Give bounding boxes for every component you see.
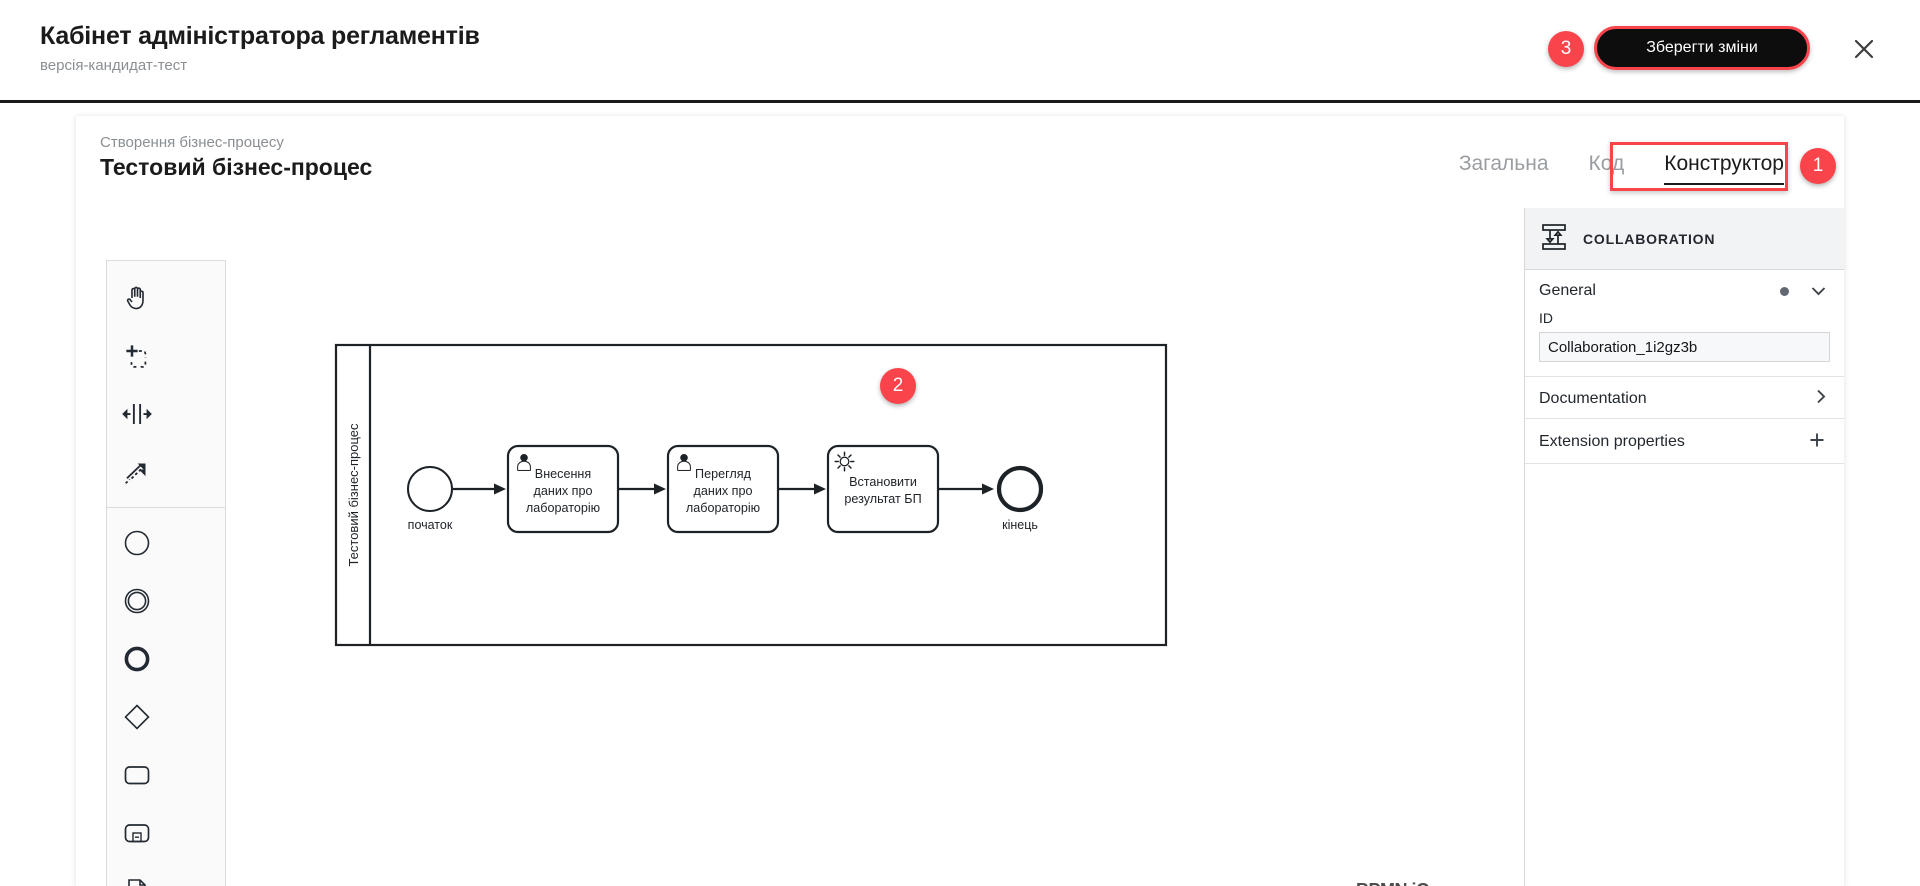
- app-header: Кабінет адміністратора регламентів версі…: [0, 0, 1920, 103]
- chevron-right-icon[interactable]: [1816, 389, 1826, 408]
- task-label-1-line3: лабораторію: [526, 501, 600, 515]
- extension-properties-title: Extension properties: [1539, 433, 1685, 450]
- task-icon[interactable]: [107, 746, 167, 804]
- annotation-badge-1: 1: [1800, 148, 1836, 184]
- tab-bar: Загальна Код Конструктор: [1459, 152, 1784, 185]
- app-title: Кабінет адміністратора регламентів: [40, 22, 480, 50]
- documentation-group-title: Documentation: [1539, 389, 1647, 407]
- start-event-icon[interactable]: [107, 514, 167, 572]
- task-label-3-line2: результат БП: [844, 492, 921, 506]
- task-label-1-line1: Внесення: [535, 467, 591, 481]
- documentation-group-toggle[interactable]: Documentation: [1525, 377, 1844, 418]
- general-group-toggle[interactable]: General: [1525, 270, 1844, 310]
- annotation-badge-2: 2: [880, 368, 916, 404]
- breadcrumb-block: Створення бізнес-процесу Тестовий бізнес…: [100, 134, 372, 181]
- properties-panel: COLLABORATION General ID Collaboration_1…: [1524, 208, 1844, 886]
- extension-properties-row[interactable]: Extension properties: [1525, 419, 1844, 463]
- breadcrumb: Створення бізнес-процесу: [100, 134, 284, 151]
- task-label-2-line3: лабораторію: [686, 501, 760, 515]
- gateway-icon[interactable]: [107, 688, 167, 746]
- subprocess-icon[interactable]: [107, 804, 167, 862]
- task-label-1-line2: даних про: [534, 484, 593, 498]
- plus-icon[interactable]: [1808, 431, 1826, 453]
- general-status-dot-icon: [1780, 286, 1789, 296]
- app-version-label: версія-кандидат-тест: [40, 57, 188, 74]
- lasso-tool-icon[interactable]: [107, 327, 167, 385]
- end-event-shape[interactable]: [996, 465, 1044, 513]
- bpmnio-logo-text: BPMN.iO: [1356, 880, 1430, 886]
- id-input[interactable]: [1539, 332, 1830, 362]
- close-icon[interactable]: [1850, 35, 1878, 63]
- bpmn-palette: [106, 260, 226, 886]
- properties-element-type: COLLABORATION: [1583, 230, 1716, 247]
- task-label-2-line2: даних про: [694, 484, 753, 498]
- bpmn-canvas[interactable]: 2 Тестовий бізнес-процес початок Внесенн…: [76, 208, 1524, 886]
- id-field-label: ID: [1539, 310, 1553, 326]
- general-group-title: General: [1539, 282, 1596, 299]
- start-event-shape[interactable]: [407, 466, 453, 512]
- bpmn-diagram[interactable]: Тестовий бізнес-процес початок Внесення: [334, 343, 1174, 663]
- content-card: Створення бізнес-процесу Тестовий бізнес…: [76, 116, 1844, 886]
- palette-divider: [107, 507, 225, 508]
- data-object-icon[interactable]: [107, 862, 167, 886]
- tab-konstruktor[interactable]: Конструктор: [1664, 152, 1784, 185]
- end-event-icon[interactable]: [107, 630, 167, 688]
- save-button[interactable]: Зберегти зміни: [1594, 26, 1810, 70]
- space-tool-icon[interactable]: [107, 385, 167, 443]
- properties-group-extension: Extension properties: [1525, 419, 1844, 464]
- task-shape-3[interactable]: Встановити результат БП: [826, 444, 940, 534]
- task-shape-1[interactable]: Внесення даних про лабораторію: [506, 444, 620, 534]
- annotation-badge-3: 3: [1548, 31, 1584, 67]
- intermediate-event-icon[interactable]: [107, 572, 167, 630]
- tab-zagalna[interactable]: Загальна: [1459, 152, 1549, 183]
- properties-header: COLLABORATION: [1525, 208, 1844, 270]
- properties-group-documentation: Documentation: [1525, 377, 1844, 419]
- tab-kod[interactable]: Код: [1589, 152, 1625, 183]
- chevron-down-icon[interactable]: [1811, 283, 1826, 300]
- collaboration-icon: [1539, 222, 1569, 256]
- task-label-3-line1: Встановити: [849, 475, 917, 489]
- end-event-label: кінець: [1002, 518, 1038, 532]
- start-event-label: початок: [408, 518, 453, 532]
- bpmnio-logo[interactable]: BPMN.iO: [1356, 880, 1430, 886]
- app-root: Кабінет адміністратора регламентів версі…: [0, 0, 1920, 886]
- task-label-2-line1: Перегляд: [695, 467, 752, 481]
- page-title: Тестовий бізнес-процес: [100, 154, 373, 180]
- task-shape-2[interactable]: Перегляд даних про лабораторію: [666, 444, 780, 534]
- properties-group-general: General ID: [1525, 270, 1844, 377]
- pool-label: Тестовий бізнес-процес: [346, 423, 361, 567]
- id-field-wrapper: ID: [1525, 310, 1844, 376]
- hand-tool-icon[interactable]: [107, 269, 167, 327]
- connect-tool-icon[interactable]: [107, 443, 167, 501]
